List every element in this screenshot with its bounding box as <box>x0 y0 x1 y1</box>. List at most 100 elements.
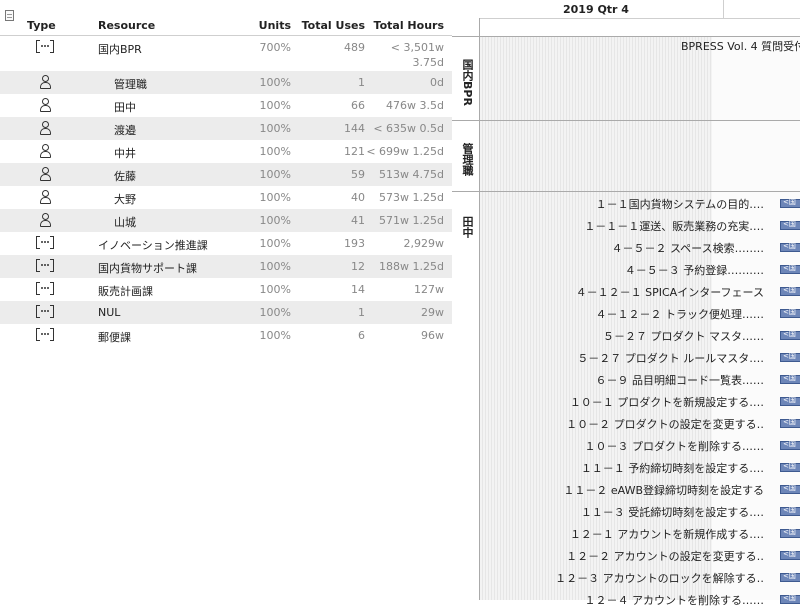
type-cell <box>36 236 56 250</box>
task-bar[interactable] <box>780 439 800 450</box>
table-row[interactable]: 山城 100% 41 571w 1.25d <box>0 209 452 232</box>
task-bar[interactable] <box>780 549 800 560</box>
task-bar[interactable] <box>780 417 800 428</box>
task-label[interactable]: １０－２ プロダクトの設定を変更する‥ <box>566 416 764 432</box>
person-icon <box>39 213 51 227</box>
task-label[interactable]: １２－２ アカウントの設定を変更する‥ <box>566 548 764 564</box>
table-row[interactable]: 田中 100% 66 476w 3.5d <box>0 94 452 117</box>
task-label[interactable]: １０－３ プロダクトを削除する‥‥‥ <box>584 438 764 454</box>
task-label[interactable]: １０－１ プロダクトを新規設定する‥‥ <box>570 394 764 410</box>
table-row[interactable]: 大野 100% 40 573w 1.25d <box>0 186 452 209</box>
task-bar[interactable] <box>780 373 800 384</box>
column-header-total-uses[interactable]: Total Uses <box>302 19 365 32</box>
units-cell: 100% <box>259 260 291 273</box>
total-uses-cell: 14 <box>351 283 365 296</box>
person-icon <box>39 121 51 135</box>
task-label[interactable]: １１－３ 受託締切時刻を設定する‥‥ <box>581 504 764 520</box>
table-row[interactable]: 国内BPR 700% 489 < 3,501w 3.75d <box>0 36 452 71</box>
type-cell <box>36 144 56 158</box>
quarter-label: 2019 Qtr 4 <box>563 3 629 16</box>
table-row[interactable]: 中井 100% 121 < 699w 1.25d <box>0 140 452 163</box>
resource-name: 渡邉 <box>114 124 136 137</box>
task-label[interactable]: ４－５－２ スペース検索‥‥‥‥ <box>611 240 764 256</box>
task-label[interactable]: １２－１ アカウントを新規作成する‥‥ <box>570 526 764 542</box>
total-uses-cell: 40 <box>351 191 365 204</box>
task-bar[interactable] <box>780 219 800 230</box>
task-label[interactable]: １－１国内貨物システムの目的‥‥ <box>596 196 764 212</box>
total-hours-value: 571w 1.25d <box>379 214 444 227</box>
timeline-header: 2019 Qtr 4 <box>479 0 800 19</box>
total-hours-cell: 571w 1.25d <box>379 213 444 228</box>
total-hours-value: < 699w 1.25d <box>366 145 444 158</box>
table-row[interactable]: イノベーション推進課 100% 193 2,929w <box>0 232 452 255</box>
type-cell <box>36 259 56 273</box>
resource-group-icon <box>36 282 54 295</box>
resource-name: 佐藤 <box>114 170 136 183</box>
task-bar[interactable] <box>780 307 800 318</box>
table-row[interactable]: NUL 100% 1 29w <box>0 301 452 324</box>
task-label[interactable]: １２－３ アカウントのロックを解除する‥ <box>555 570 764 586</box>
task-bar[interactable] <box>780 571 800 582</box>
total-hours-value: 127w <box>414 283 444 296</box>
total-hours-value: < 635w 0.5d <box>373 122 444 135</box>
units-cell: 100% <box>259 145 291 158</box>
task-bar[interactable] <box>780 483 800 494</box>
total-hours-cell: 188w 1.25d <box>379 259 444 274</box>
task-label[interactable]: １１－２ eAWB登録締切時刻を設定する <box>563 482 764 498</box>
table-row[interactable]: 佐藤 100% 59 513w 4.75d <box>0 163 452 186</box>
total-uses-cell: 41 <box>351 214 365 227</box>
task-label[interactable]: ４－５－３ 予約登録‥‥‥‥‥ <box>625 262 764 278</box>
resource-name: 管理職 <box>114 78 147 91</box>
task-label[interactable]: ４－１２－１ SPICAインターフェース <box>576 284 764 300</box>
type-cell <box>36 305 56 319</box>
table-row[interactable]: 販売計画課 100% 14 127w <box>0 278 452 301</box>
total-hours-cell: 96w <box>421 328 444 343</box>
units-cell: 100% <box>259 76 291 89</box>
type-cell <box>36 213 56 227</box>
total-uses-cell: 59 <box>351 168 365 181</box>
task-label-top[interactable]: BPRESS Vol. 4 質問受付 <box>681 38 800 54</box>
total-uses-cell: 6 <box>358 329 365 342</box>
task-label[interactable]: ５－２７ プロダクト ルールマスタ‥‥ <box>577 350 764 366</box>
column-header-resource[interactable]: Resource <box>98 19 155 32</box>
units-cell: 100% <box>259 191 291 204</box>
type-cell <box>36 121 56 135</box>
task-bar[interactable] <box>780 263 800 274</box>
resource-group-icon <box>36 328 54 341</box>
task-bar[interactable] <box>780 395 800 406</box>
task-bar[interactable] <box>780 241 800 252</box>
task-bar[interactable] <box>780 329 800 340</box>
task-label[interactable]: ５－２７ プロダクト マスタ‥‥‥ <box>603 328 764 344</box>
table-row[interactable]: 渡邉 100% 144 < 635w 0.5d <box>0 117 452 140</box>
column-header-total-hours[interactable]: Total Hours <box>374 19 444 32</box>
column-header-units[interactable]: Units <box>259 19 291 32</box>
total-hours-cell: 513w 4.75d <box>379 167 444 182</box>
table-header: Type Resource Units Total Uses Total Hou… <box>0 18 452 36</box>
type-cell <box>36 98 56 112</box>
task-label[interactable]: ６－９ 品目明細コード一覧表‥‥‥ <box>595 372 764 388</box>
column-header-type[interactable]: Type <box>27 19 56 32</box>
total-uses-cell: 66 <box>351 99 365 112</box>
total-uses-cell: 193 <box>344 237 365 250</box>
task-label[interactable]: １－１－１運送、販売業務の充実‥‥ <box>584 218 764 234</box>
table-row[interactable]: 管理職 100% 1 0d <box>0 71 452 94</box>
type-cell <box>36 167 56 181</box>
task-label[interactable]: １１－１ 予約締切時刻を設定する‥‥ <box>581 460 764 476</box>
total-hours-cell: 0d <box>430 75 444 90</box>
units-cell: 100% <box>259 99 291 112</box>
task-label[interactable]: １２－４ アカウントを削除する‥‥‥ <box>584 592 764 608</box>
task-bar[interactable] <box>780 461 800 472</box>
task-bar[interactable] <box>780 285 800 296</box>
task-label[interactable]: ４－１２－２ トラック便処理‥‥‥ <box>595 306 764 322</box>
resource-name: 国内BPR <box>98 43 142 56</box>
task-bar[interactable] <box>780 351 800 362</box>
resource-name: イノベーション推進課 <box>98 239 208 252</box>
total-hours-value: 513w 4.75d <box>379 168 444 181</box>
total-hours-cell: < 699w 1.25d <box>366 144 444 159</box>
table-row[interactable]: 国内貨物サポート課 100% 12 188w 1.25d <box>0 255 452 278</box>
task-bar[interactable] <box>780 197 800 208</box>
table-row[interactable]: 郵便課 100% 6 96w <box>0 324 452 347</box>
task-bar[interactable] <box>780 505 800 516</box>
task-bar[interactable] <box>780 527 800 538</box>
units-cell: 100% <box>259 237 291 250</box>
